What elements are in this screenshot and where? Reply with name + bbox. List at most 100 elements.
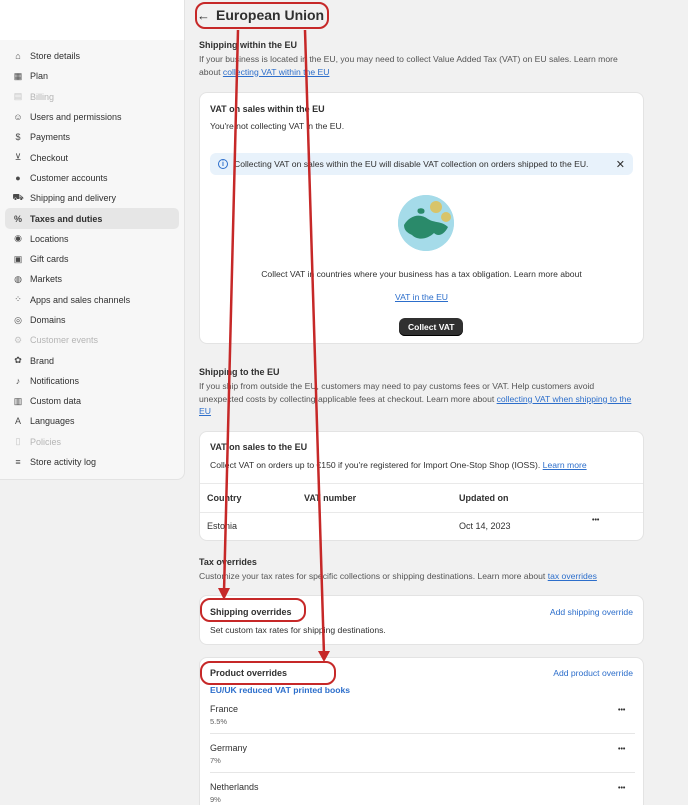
section-title-shipping-to: Shipping to the EU <box>199 367 280 377</box>
link-learn-more[interactable]: Learn more <box>543 460 587 470</box>
settings-nav: ⌂ Store details ▦ Plan ▤ Billing ☺ Users and pe… <box>0 40 184 478</box>
sidebar-item-users-and-permissions[interactable]: ☺ Users and permissions <box>5 107 179 127</box>
sidebar-item-gift-cards[interactable]: ▣ Gift cards <box>5 249 179 269</box>
override-rate: 5.5% <box>210 717 228 726</box>
add-shipping-override-link[interactable]: Add shipping override <box>550 607 633 617</box>
apps-icon: ⁘ <box>14 294 22 305</box>
section-title-tax-overrides: Tax overrides <box>199 557 257 567</box>
sidebar-item-store-details[interactable]: ⌂ Store details <box>5 46 179 66</box>
sidebar-item-policies: ▯ Policies <box>5 432 179 452</box>
row-updated-on: Oct 14, 2023 <box>459 521 511 531</box>
sidebar-item-label: Gift cards <box>30 254 69 265</box>
sidebar-item-taxes-and-duties[interactable]: % Taxes and duties <box>5 208 179 229</box>
sidebar-item-label: Policies <box>30 436 62 447</box>
users-icon: ☺ <box>13 112 23 123</box>
sidebar-item-notifications[interactable]: ♪ Notifications <box>5 371 179 391</box>
sidebar-item-label: Markets <box>30 274 63 285</box>
sidebar-item-label: Users and permissions <box>30 112 122 123</box>
table-row: Estonia Oct 14, 2023 ••• <box>200 512 643 541</box>
sidebar-item-label: Store activity log <box>30 457 97 468</box>
sidebar-item-checkout[interactable]: ⊻ Checkout <box>5 147 179 167</box>
customer-icon: ● <box>15 172 21 183</box>
sidebar-item-apps-and-sales-channels[interactable]: ⁘ Apps and sales channels <box>5 290 179 310</box>
sidebar-item-label: Locations <box>30 233 69 244</box>
section-title-shipping-within: Shipping within the EU <box>199 40 297 50</box>
empty-state-link-row: VAT in the EU <box>200 292 643 302</box>
card-title-vat-within: VAT on sales within the EU <box>210 104 325 114</box>
sidebar-item-label: Taxes and duties <box>30 213 103 224</box>
truck-icon: ⛟ <box>12 192 24 203</box>
sidebar-item-label: Custom data <box>30 396 82 407</box>
sidebar-item-payments[interactable]: $ Payments <box>5 127 179 147</box>
sidebar-item-label: Store details <box>30 51 81 62</box>
brand-icon: ✿ <box>14 355 22 366</box>
row-country: Estonia <box>207 521 238 531</box>
add-product-override-link[interactable]: Add product override <box>553 668 633 678</box>
sidebar-item-domains[interactable]: ◎ Domains <box>5 310 179 330</box>
sidebar-item-store-activity-log[interactable]: ≡ Store activity log <box>5 452 179 472</box>
sidebar-item-locations[interactable]: ◉ Locations <box>5 229 179 249</box>
card-title-vat-to: VAT on sales to the EU <box>210 442 308 452</box>
section-desc-shipping-to: If you ship from outside the EU, custome… <box>199 380 639 418</box>
link-vat-in-eu[interactable]: VAT in the EU <box>395 292 448 302</box>
col-country: Country <box>207 493 242 503</box>
override-rate: 7% <box>210 756 221 765</box>
globe-illustration <box>398 195 454 251</box>
card-title-shipping-overrides: Shipping overrides <box>210 607 292 617</box>
billing-icon: ▤ <box>13 91 23 102</box>
override-country: Netherlands <box>210 782 259 792</box>
taxes-icon: % <box>13 213 22 224</box>
override-country: Germany <box>210 743 248 753</box>
shipping-overrides-card: Shipping overrides Add shipping override… <box>199 595 644 645</box>
table-header: Country VAT number Updated on <box>200 483 643 512</box>
row-divider <box>210 772 635 773</box>
sidebar-item-label: Shipping and delivery <box>30 193 117 204</box>
sidebar-item-plan[interactable]: ▦ Plan <box>5 66 179 86</box>
collection-name[interactable]: EU/UK reduced VAT printed books <box>210 685 350 695</box>
sidebar-item-label: Customer accounts <box>30 172 108 183</box>
sidebar-item-custom-data[interactable]: ▥ Custom data <box>5 391 179 411</box>
link-tax-overrides[interactable]: tax overrides <box>548 571 597 581</box>
section-desc-shipping-within: If your business is located in the EU, y… <box>199 53 639 78</box>
vat-within-eu-card: VAT on sales within the EU You're not co… <box>199 92 644 344</box>
close-icon[interactable]: ✕ <box>616 158 625 171</box>
globe-icon: ◍ <box>14 273 22 284</box>
sidebar-item-label: Checkout <box>30 152 69 163</box>
sidebar-item-markets[interactable]: ◍ Markets <box>5 269 179 289</box>
shipping-overrides-desc: Set custom tax rates for shipping destin… <box>210 625 386 635</box>
location-icon: ◉ <box>14 233 22 244</box>
sidebar-item-label: Customer events <box>30 335 99 346</box>
more-actions-icon[interactable]: ••• <box>592 517 599 524</box>
sidebar-item-label: Domains <box>30 315 66 325</box>
activity-icon: ≡ <box>15 457 21 468</box>
product-overrides-card: Product overrides Add product override E… <box>199 657 644 805</box>
sidebar-item-shipping-and-delivery[interactable]: ⛟ Shipping and delivery <box>5 188 179 208</box>
plan-icon: ▦ <box>13 70 23 81</box>
back-arrow-icon[interactable]: ← <box>197 8 210 23</box>
card-title-product-overrides: Product overrides <box>210 668 288 678</box>
cart-icon: ⊻ <box>14 152 22 163</box>
payments-icon: $ <box>15 132 21 143</box>
banner-text: Collecting VAT on sales within the EU wi… <box>234 159 589 169</box>
sidebar-item-label: Payments <box>30 132 71 143</box>
sidebar-item-languages[interactable]: A Languages <box>5 411 179 431</box>
more-actions-icon[interactable]: ••• <box>618 785 625 792</box>
sidebar-item-customer-events: ⚙ Customer events <box>5 330 179 350</box>
ioss-desc: Collect VAT on orders up to €150 if you'… <box>210 460 541 470</box>
language-icon: A <box>14 416 21 427</box>
link-collecting-vat-within-eu[interactable]: collecting VAT within the EU <box>223 67 330 77</box>
more-actions-icon[interactable]: ••• <box>618 707 625 714</box>
events-icon: ⚙ <box>13 334 23 345</box>
override-country: France <box>210 704 239 714</box>
store-icon: ⌂ <box>15 51 21 62</box>
col-vat-number: VAT number <box>304 493 357 503</box>
page-title: European Union <box>216 7 325 23</box>
more-actions-icon[interactable]: ••• <box>618 746 625 753</box>
ioss-text: Collect VAT on orders up to €150 if you'… <box>210 460 587 470</box>
info-icon: i <box>218 159 228 169</box>
sidebar-item-brand[interactable]: ✿ Brand <box>5 350 179 370</box>
collect-vat-button[interactable]: Collect VAT <box>399 318 464 336</box>
sidebar-item-customer-accounts[interactable]: ● Customer accounts <box>5 168 179 188</box>
settings-sidebar: ⌂ Store details ▦ Plan ▤ Billing ☺ Users and pe… <box>0 0 185 480</box>
sidebar-item-label: Apps and sales channels <box>30 294 131 305</box>
